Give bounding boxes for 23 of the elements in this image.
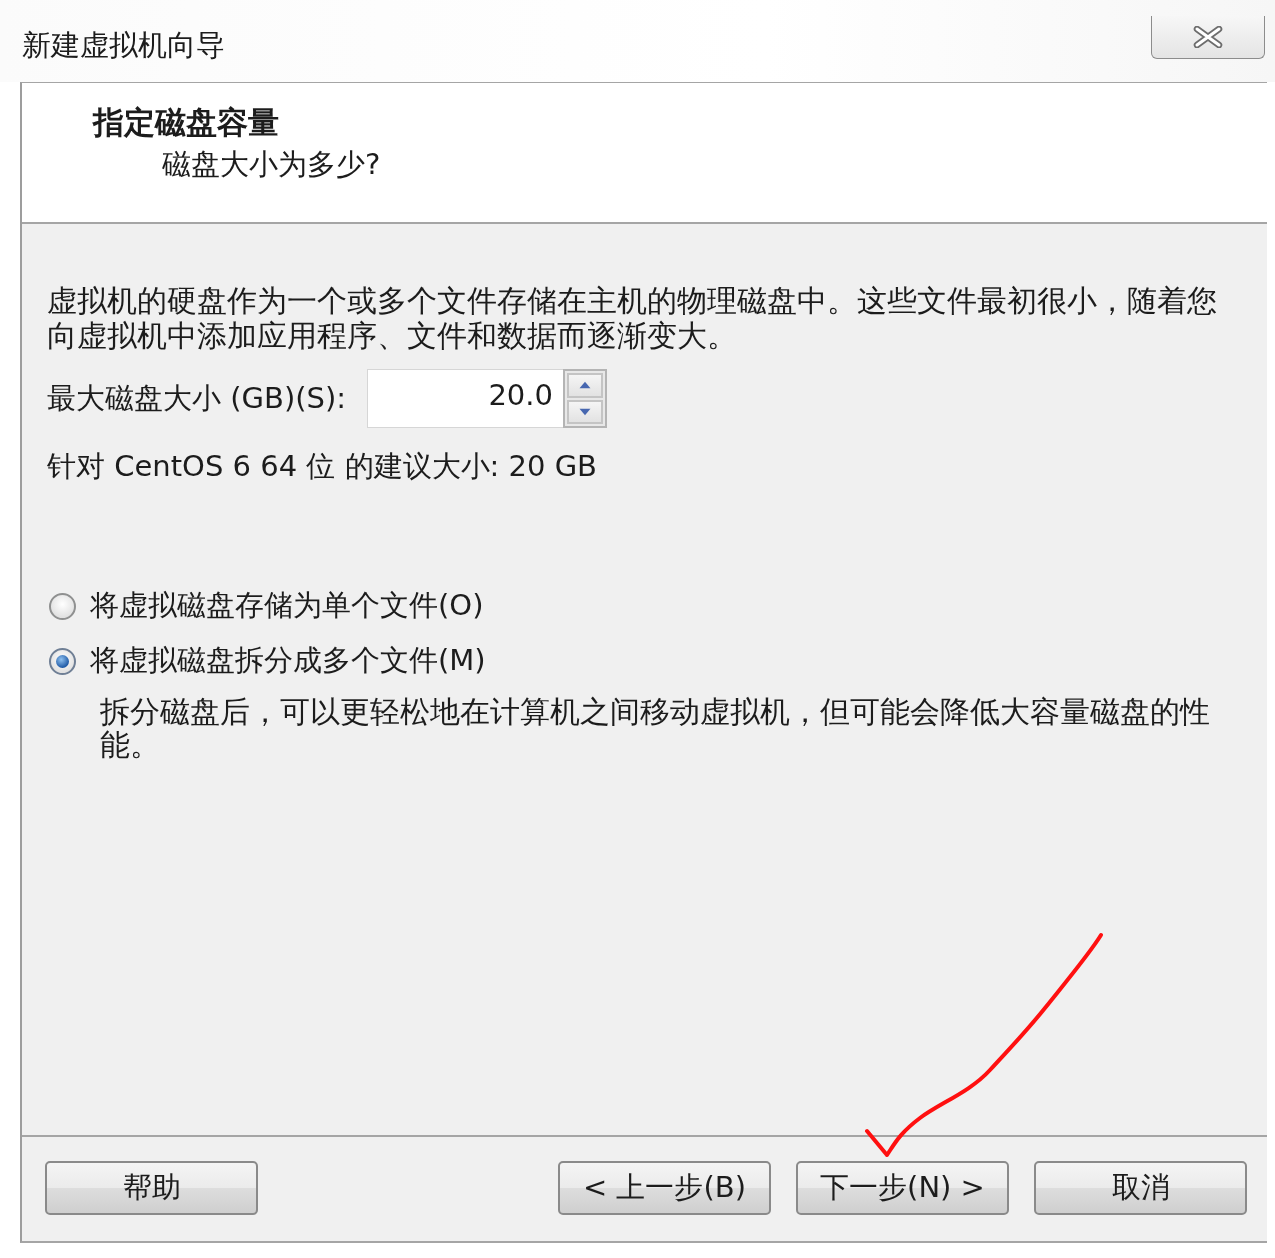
radio-label[interactable]: 将虚拟磁盘拆分成多个文件(M) [90, 641, 486, 681]
recommendation-text: 针对 CentOS 6 64 位 的建议大小: 20 GB [47, 448, 597, 485]
spinner-up-button[interactable] [567, 373, 603, 398]
disk-size-label: 最大磁盘大小 (GB)(S): [47, 379, 348, 417]
description-text: 虚拟机的硬盘作为一个或多个文件存储在主机的物理磁盘中。这些文件最初很小，随着您向虚拟机中添加应用程序、文件和数据而逐渐变大。 [47, 284, 1218, 354]
radio-label[interactable]: 将虚拟磁盘存储为单个文件(O) [90, 586, 484, 626]
spinner-control[interactable] [563, 369, 607, 428]
radio-button[interactable] [49, 592, 76, 620]
spinner-down-button[interactable] [567, 399, 603, 424]
back-button[interactable]: < 上一步(B) [558, 1161, 771, 1215]
page-subtitle: 磁盘大小为多少? [162, 146, 381, 183]
arrow-down-icon [578, 406, 592, 417]
help-button[interactable]: 帮助 [45, 1161, 258, 1215]
arrow-up-icon [578, 380, 592, 391]
option-description: 拆分磁盘后，可以更轻松地在计算机之间移动虚拟机，但可能会降低大容量磁盘的性能。 [100, 696, 1210, 762]
window-title: 新建虚拟机向导 [22, 27, 225, 63]
page-heading: 指定磁盘容量 [93, 103, 279, 142]
radio-button[interactable] [49, 647, 76, 675]
cancel-button[interactable]: 取消 [1034, 1161, 1247, 1215]
next-button[interactable]: 下一步(N) > [796, 1161, 1009, 1215]
close-icon [1193, 26, 1223, 48]
disk-size-field[interactable]: 20.0 [367, 369, 563, 428]
close-button[interactable] [1151, 16, 1265, 59]
